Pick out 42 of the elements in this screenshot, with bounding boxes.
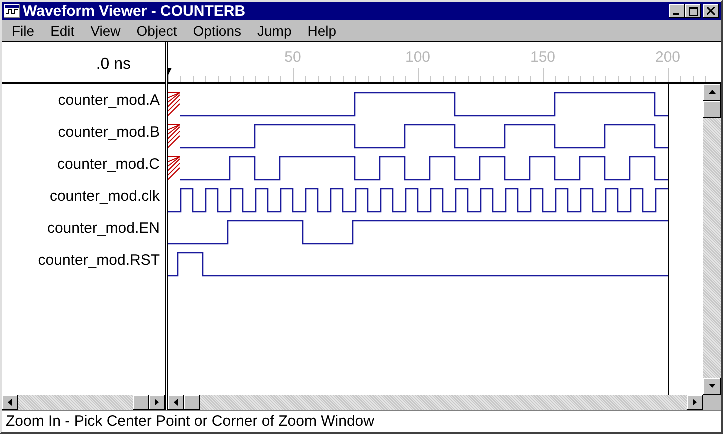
- menu-item[interactable]: Jump: [258, 22, 292, 39]
- menu-item[interactable]: Help: [308, 22, 337, 39]
- window-title: Waveform Viewer - COUNTERB: [23, 2, 247, 20]
- up-arrow-icon: [708, 90, 716, 94]
- left-arrow-icon: [8, 398, 12, 406]
- maximize-button[interactable]: [685, 4, 701, 18]
- scroll-right-button[interactable]: [687, 394, 703, 410]
- scroll-thumb[interactable]: [703, 100, 721, 118]
- scroll-thumb[interactable]: [184, 394, 200, 410]
- down-arrow-icon: [708, 384, 716, 388]
- ruler-label: 200: [655, 48, 681, 66]
- left-arrow-icon: [174, 398, 178, 406]
- vertical-scrollbar[interactable]: [703, 84, 721, 395]
- signal-name[interactable]: counter_mod.EN: [47, 218, 160, 251]
- close-icon: [707, 7, 715, 16]
- menu-item[interactable]: File: [12, 22, 35, 39]
- status-text: Zoom In - Pick Center Point or Corner of Zoom Window: [6, 412, 374, 430]
- cursor-time: .0 ns: [96, 56, 131, 74]
- scroll-left-button[interactable]: [168, 394, 184, 410]
- maximize-icon: [688, 6, 698, 16]
- signal-name[interactable]: counter_mod.RST: [38, 250, 160, 283]
- scroll-down-button[interactable]: [703, 378, 721, 395]
- menu-item[interactable]: View: [90, 22, 121, 39]
- ruler-label: 50: [284, 48, 302, 66]
- signal-name[interactable]: counter_mod.A: [58, 90, 160, 123]
- signal-name[interactable]: counter_mod.B: [58, 122, 160, 155]
- scroll-left-button[interactable]: [2, 394, 18, 410]
- scroll-right-button[interactable]: [149, 394, 165, 410]
- scroll-thumb[interactable]: [133, 394, 149, 410]
- scroll-up-button[interactable]: [703, 84, 721, 101]
- right-arrow-icon: [155, 398, 159, 406]
- ruler-label: 150: [530, 48, 556, 66]
- menu-item[interactable]: Options: [193, 22, 242, 39]
- signal-name[interactable]: counter_mod.clk: [50, 186, 160, 219]
- ruler-label: 100: [405, 48, 431, 66]
- menu-item[interactable]: Object: [136, 22, 178, 39]
- menu-item[interactable]: Edit: [50, 22, 75, 39]
- right-arrow-icon: [693, 398, 697, 406]
- minimize-button[interactable]: [669, 4, 685, 18]
- close-button[interactable]: [703, 4, 719, 18]
- horizontal-scrollbar[interactable]: [2, 394, 165, 410]
- signal-name[interactable]: counter_mod.C: [57, 154, 160, 187]
